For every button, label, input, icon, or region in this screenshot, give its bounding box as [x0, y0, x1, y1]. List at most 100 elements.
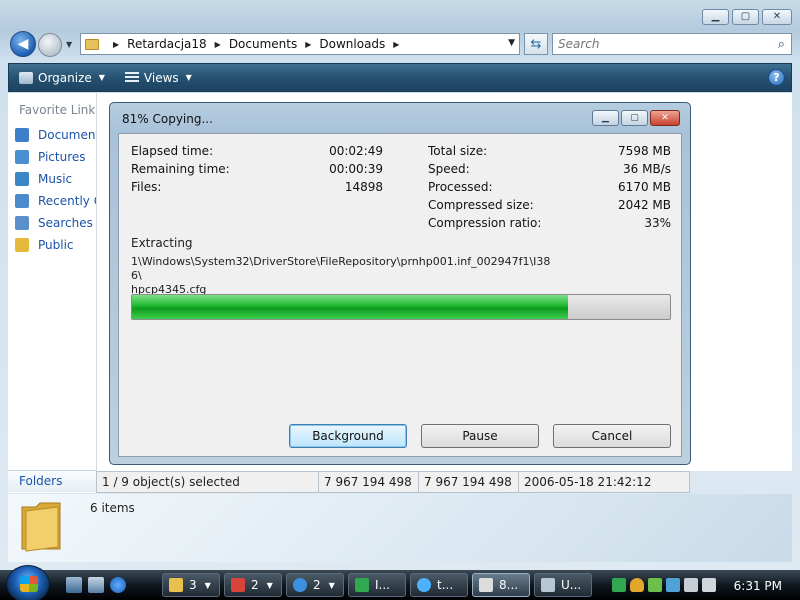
maximize-button[interactable]: ▢ — [732, 9, 759, 25]
search-icon[interactable]: ⌕ — [778, 37, 785, 52]
cancel-button[interactable]: Cancel — [553, 424, 671, 448]
clock[interactable]: 6:31 PM — [734, 579, 782, 593]
taskbar-group-app[interactable]: 2 ▼ — [224, 573, 282, 597]
chevron-down-icon: ▼ — [266, 580, 273, 590]
start-button[interactable] — [6, 565, 50, 600]
application-icon — [417, 578, 431, 592]
search-box[interactable]: ⌕ — [552, 33, 792, 55]
folder-icon — [15, 238, 29, 252]
notification-area: 6:31 PM — [612, 573, 798, 597]
network-icon[interactable] — [666, 578, 680, 592]
packed-size-status: 7 967 194 498 — [419, 472, 519, 492]
files-label: Files: — [131, 180, 162, 194]
favorite-link-searches[interactable]: Searches — [15, 216, 93, 230]
views-label: Views — [143, 70, 179, 85]
minimize-button[interactable]: ▁ — [702, 9, 729, 25]
operation-label: Extracting — [131, 236, 193, 250]
display-icon[interactable] — [684, 578, 698, 592]
show-desktop-icon[interactable] — [66, 577, 82, 593]
remaining-time-label: Remaining time: — [131, 162, 230, 176]
processed-label: Processed: — [428, 180, 493, 194]
views-menu[interactable]: Views ▼ — [115, 64, 202, 91]
command-toolbar: Organize ▼ Views ▼ ? — [8, 63, 792, 92]
recent-pages-dropdown[interactable]: ▼ — [66, 40, 72, 49]
taskbar-window-label: I... — [375, 578, 390, 592]
switch-windows-icon[interactable] — [88, 577, 104, 593]
favorite-link-public[interactable]: Public — [15, 238, 74, 252]
folders-toggle[interactable]: Folders — [8, 470, 96, 492]
favorite-link-pictures[interactable]: Pictures — [15, 150, 86, 164]
close-button[interactable]: ✕ — [762, 9, 792, 25]
chevron-right-icon[interactable]: ▶ — [113, 40, 119, 49]
pause-button[interactable]: Pause — [421, 424, 539, 448]
taskbar-window-label: t... — [437, 578, 454, 592]
flag-icon — [355, 578, 369, 592]
items-count: 6 items — [90, 501, 135, 515]
chevron-right-icon[interactable]: ▶ — [215, 40, 221, 49]
favorite-link-label: Public — [38, 238, 74, 252]
current-file-path: 1\Windows\System32\DriverStore\FileRepos… — [131, 255, 551, 297]
folder-icon — [21, 502, 61, 552]
internet-explorer-icon[interactable] — [110, 577, 126, 593]
breadcrumb-item[interactable]: Retardacja18 — [127, 37, 207, 51]
favorite-link-label: Pictures — [38, 150, 86, 164]
pictures-icon — [15, 150, 29, 164]
dialog-maximize-button[interactable]: ▢ — [621, 110, 648, 126]
dialog-close-button[interactable]: ✕ — [650, 110, 680, 126]
flag-icon[interactable] — [612, 578, 626, 592]
taskbar-group-ie[interactable]: 2 ▼ — [286, 573, 344, 597]
taskbar-window-7zip[interactable]: 8... — [472, 573, 530, 597]
dialog-title: 81% Copying... — [122, 112, 213, 126]
documents-icon — [15, 128, 29, 142]
favorite-link-music[interactable]: Music — [15, 172, 72, 186]
volume-muted-icon[interactable] — [702, 578, 716, 592]
address-bar[interactable]: ▶ Retardacja18 ▶ Documents ▶ Downloads ▶… — [80, 33, 520, 55]
application-icon — [231, 578, 245, 592]
windows-logo-icon — [20, 576, 38, 592]
internet-explorer-icon — [293, 578, 307, 592]
remaining-time-value: 00:00:39 — [329, 162, 383, 176]
document-icon — [541, 578, 555, 592]
dialog-minimize-button[interactable]: ▁ — [592, 110, 619, 126]
elapsed-time-value: 00:02:49 — [329, 144, 383, 158]
compressed-size-value: 2042 MB — [618, 198, 671, 212]
chevron-down-icon: ▼ — [185, 73, 192, 82]
taskbar-window[interactable]: I... — [348, 573, 406, 597]
taskbar: 3 ▼ 2 ▼ 2 ▼ I... t... 8... U... 6:31 PM — [0, 565, 800, 600]
views-icon — [124, 71, 139, 84]
copy-progress-dialog: 81% Copying... ▁ ▢ ✕ Elapsed time: 00:02… — [109, 102, 691, 465]
searches-icon — [15, 216, 29, 230]
organize-menu[interactable]: Organize ▼ — [9, 64, 115, 91]
elapsed-time-label: Elapsed time: — [131, 144, 214, 158]
total-size-label: Total size: — [428, 144, 488, 158]
folder-icon — [85, 38, 99, 50]
chevron-right-icon[interactable]: ▶ — [305, 40, 311, 49]
size-status: 7 967 194 498 — [319, 472, 419, 492]
help-icon[interactable]: ? — [768, 69, 785, 86]
chevron-down-icon[interactable]: ▼ — [508, 38, 515, 48]
recently-changed-icon — [15, 194, 29, 208]
forward-button[interactable] — [38, 33, 62, 57]
taskbar-group-count: 2 — [251, 578, 259, 592]
details-pane: 6 items — [8, 494, 792, 562]
background-button[interactable]: Background — [289, 424, 407, 448]
search-input[interactable] — [558, 37, 758, 51]
progress-bar-fill — [132, 295, 568, 319]
refresh-button[interactable]: ⇆ — [524, 33, 548, 55]
favorite-link-documents[interactable]: Documents — [15, 128, 106, 142]
security-icon[interactable] — [648, 578, 662, 592]
arrow-left-icon: ◀ — [17, 36, 29, 52]
back-button[interactable]: ◀ — [10, 31, 36, 57]
breadcrumb-item[interactable]: Downloads — [319, 37, 385, 51]
speed-value: 36 MB/s — [623, 162, 671, 176]
navigation-pane: Favorite Links Documents Pictures Music … — [8, 93, 147, 493]
breadcrumb-item[interactable]: Documents — [229, 37, 297, 51]
chevron-right-icon[interactable]: ▶ — [393, 40, 399, 49]
taskbar-group-explorer[interactable]: 3 ▼ — [162, 573, 220, 597]
taskbar-window[interactable]: U... — [534, 573, 592, 597]
shield-icon[interactable] — [630, 578, 644, 592]
organize-label: Organize — [38, 70, 92, 85]
taskbar-window[interactable]: t... — [410, 573, 468, 597]
refresh-icon: ⇆ — [530, 36, 542, 52]
window-controls: ▁ ▢ ✕ — [702, 9, 792, 25]
